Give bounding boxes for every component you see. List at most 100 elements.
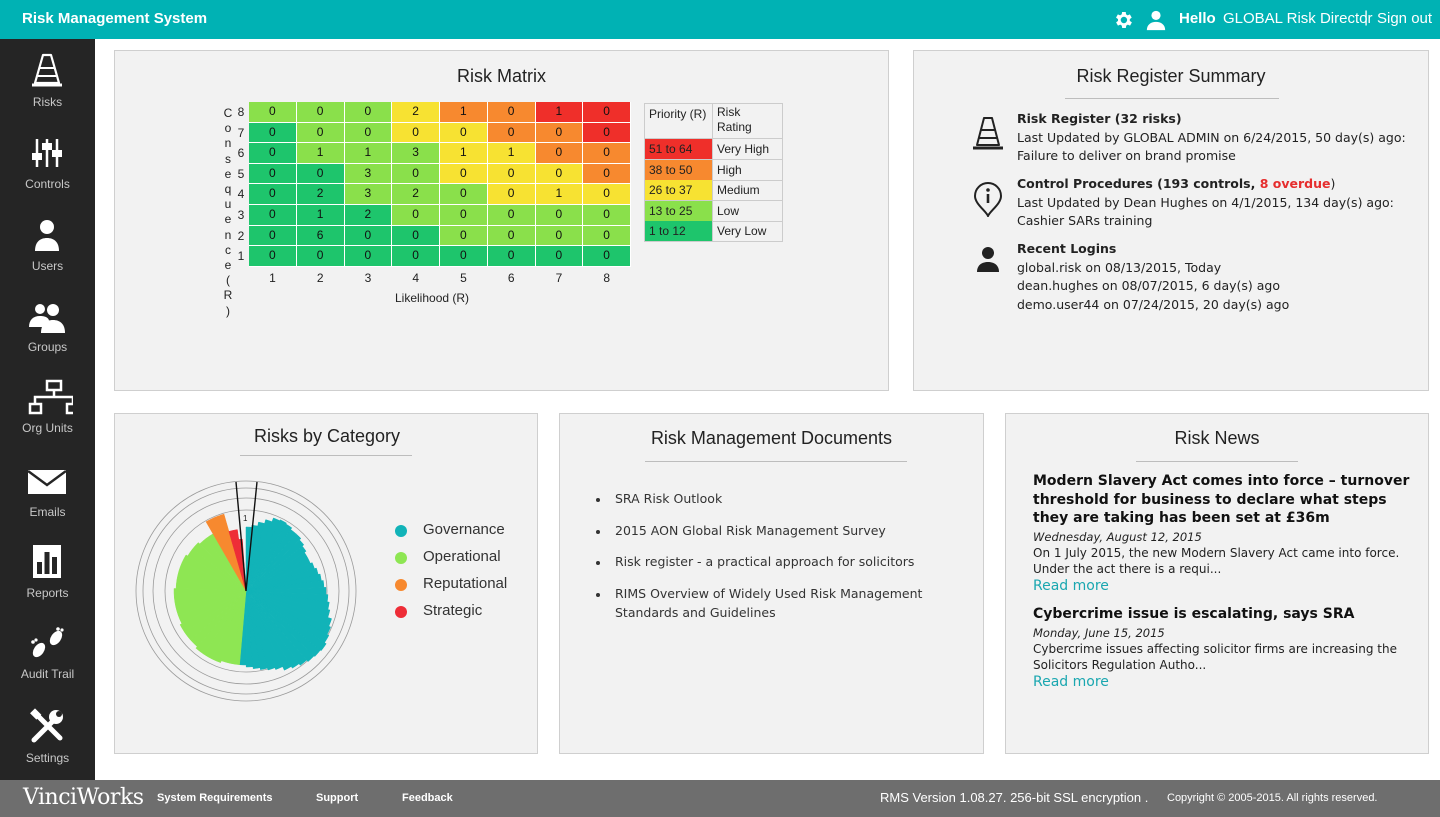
user-icon[interactable] bbox=[1145, 9, 1167, 31]
matrix-cell[interactable]: 6 bbox=[296, 225, 344, 246]
matrix-cell[interactable]: 2 bbox=[392, 102, 439, 122]
news-headline[interactable]: Cybercrime issue is escalating, says SRA bbox=[1033, 605, 1413, 624]
sidebar-item-risks[interactable]: Risks bbox=[0, 52, 95, 122]
document-link[interactable]: 2015 AON Global Risk Management Survey bbox=[615, 522, 935, 541]
news-date: Wednesday, August 12, 2015 bbox=[1033, 529, 1202, 544]
matrix-cell[interactable]: 1 bbox=[296, 205, 344, 225]
matrix-cell[interactable]: 0 bbox=[440, 225, 487, 246]
support-link[interactable]: Support bbox=[316, 792, 358, 804]
matrix-cell[interactable]: 0 bbox=[535, 225, 583, 246]
matrix-cell[interactable]: 0 bbox=[583, 122, 630, 143]
matrix-cell[interactable]: 0 bbox=[487, 184, 535, 204]
sidebar-item-org-units[interactable]: Org Units bbox=[0, 378, 95, 448]
system-requirements-link[interactable]: System Requirements bbox=[157, 792, 273, 804]
read-more-link[interactable]: Read more bbox=[1033, 674, 1413, 691]
matrix-cell[interactable]: 0 bbox=[535, 246, 583, 266]
matrix-cell[interactable]: 1 bbox=[344, 143, 392, 163]
matrix-cell[interactable]: 3 bbox=[344, 184, 392, 204]
matrix-cell[interactable]: 0 bbox=[249, 143, 296, 163]
matrix-cell[interactable]: 0 bbox=[296, 163, 344, 184]
controls-latest[interactable]: Cashier SARs training bbox=[1017, 212, 1394, 231]
sidebar-item-groups[interactable]: Groups bbox=[0, 297, 95, 367]
legend-header-priority: Priority (R) bbox=[645, 104, 713, 138]
matrix-cell[interactable]: 0 bbox=[535, 205, 583, 225]
matrix-cell[interactable]: 0 bbox=[535, 163, 583, 184]
matrix-cell[interactable]: 0 bbox=[296, 246, 344, 266]
matrix-cell[interactable]: 0 bbox=[487, 246, 535, 266]
matrix-cell[interactable]: 0 bbox=[392, 246, 439, 266]
matrix-cell[interactable]: 1 bbox=[535, 102, 583, 122]
matrix-cell[interactable]: 0 bbox=[296, 102, 344, 122]
matrix-cell[interactable]: 0 bbox=[487, 205, 535, 225]
matrix-cell[interactable]: 2 bbox=[296, 184, 344, 204]
matrix-cell[interactable]: 0 bbox=[535, 122, 583, 143]
matrix-cell[interactable]: 1 bbox=[440, 143, 487, 163]
panel-title: Risk Register Summary bbox=[1076, 66, 1266, 86]
matrix-cell[interactable]: 0 bbox=[583, 205, 630, 225]
matrix-cell[interactable]: 0 bbox=[249, 205, 296, 225]
matrix-cell[interactable]: 0 bbox=[249, 225, 296, 246]
sidebar-item-audit-trail[interactable]: Audit Trail bbox=[0, 624, 95, 694]
matrix-cell[interactable]: 0 bbox=[392, 225, 439, 246]
matrix-cell[interactable]: 0 bbox=[440, 163, 487, 184]
matrix-cell[interactable]: 0 bbox=[535, 143, 583, 163]
matrix-cell[interactable]: 3 bbox=[344, 163, 392, 184]
matrix-cell[interactable]: 0 bbox=[249, 122, 296, 143]
matrix-cell[interactable]: 0 bbox=[392, 163, 439, 184]
matrix-cell[interactable]: 0 bbox=[440, 205, 487, 225]
matrix-cell[interactable]: 2 bbox=[392, 184, 439, 204]
sidebar-item-users[interactable]: Users bbox=[0, 216, 95, 286]
matrix-cell[interactable]: 0 bbox=[440, 122, 487, 143]
matrix-cell[interactable]: 0 bbox=[583, 225, 630, 246]
matrix-cell[interactable]: 1 bbox=[487, 143, 535, 163]
sidebar-item-emails[interactable]: Emails bbox=[0, 462, 95, 532]
legend-dot-icon bbox=[395, 552, 407, 564]
matrix-cell[interactable]: 1 bbox=[440, 102, 487, 122]
sidebar-item-reports[interactable]: Reports bbox=[0, 543, 95, 613]
matrix-cell[interactable]: 0 bbox=[344, 102, 392, 122]
matrix-cell[interactable]: 1 bbox=[296, 143, 344, 163]
read-more-link[interactable]: Read more bbox=[1033, 578, 1413, 595]
gear-icon[interactable] bbox=[1112, 9, 1134, 31]
controls-heading[interactable]: Control Procedures (193 controls, bbox=[1017, 176, 1260, 191]
matrix-cell[interactable]: 0 bbox=[296, 122, 344, 143]
matrix-cell[interactable]: 0 bbox=[583, 163, 630, 184]
document-link[interactable]: SRA Risk Outlook bbox=[615, 490, 935, 509]
sign-out-link[interactable]: Sign out bbox=[1377, 10, 1432, 27]
matrix-cell[interactable]: 0 bbox=[392, 205, 439, 225]
matrix-cell[interactable]: 3 bbox=[392, 143, 439, 163]
sidebar-item-settings[interactable]: Settings bbox=[0, 708, 95, 778]
document-link[interactable]: Risk register - a practical approach for… bbox=[615, 553, 935, 572]
matrix-cell[interactable]: 2 bbox=[344, 205, 392, 225]
matrix-cell[interactable]: 0 bbox=[487, 122, 535, 143]
vinciworks-logo[interactable]: VinciWorks bbox=[23, 785, 144, 810]
matrix-cell[interactable]: 0 bbox=[440, 184, 487, 204]
sidebar-item-controls[interactable]: Controls bbox=[0, 134, 95, 204]
matrix-cell[interactable]: 0 bbox=[583, 143, 630, 163]
matrix-cell[interactable]: 0 bbox=[249, 246, 296, 266]
matrix-cell[interactable]: 0 bbox=[344, 122, 392, 143]
matrix-cell[interactable]: 1 bbox=[535, 184, 583, 204]
feedback-link[interactable]: Feedback bbox=[402, 792, 453, 804]
matrix-cell[interactable]: 0 bbox=[487, 163, 535, 184]
matrix-cell[interactable]: 0 bbox=[487, 102, 535, 122]
news-headline[interactable]: Modern Slavery Act comes into force – tu… bbox=[1033, 472, 1413, 528]
matrix-cell[interactable]: 0 bbox=[487, 225, 535, 246]
x-tick-label: 3 bbox=[364, 271, 372, 285]
rose-wedges bbox=[173, 513, 332, 671]
matrix-cell[interactable]: 0 bbox=[583, 246, 630, 266]
matrix-cell[interactable]: 0 bbox=[583, 102, 630, 122]
document-link[interactable]: RIMS Overview of Widely Used Risk Manage… bbox=[615, 585, 935, 622]
matrix-cell[interactable]: 0 bbox=[344, 225, 392, 246]
risk-register-heading[interactable]: Risk Register (32 risks) bbox=[1017, 111, 1182, 126]
overdue-count[interactable]: 8 overdue bbox=[1260, 176, 1331, 191]
user-role[interactable]: GLOBAL Risk Director bbox=[1223, 10, 1372, 27]
matrix-cell[interactable]: 0 bbox=[344, 246, 392, 266]
matrix-cell[interactable]: 0 bbox=[249, 184, 296, 204]
matrix-cell[interactable]: 0 bbox=[249, 163, 296, 184]
risk-register-latest[interactable]: Failure to deliver on brand promise bbox=[1017, 147, 1406, 166]
matrix-cell[interactable]: 0 bbox=[249, 102, 296, 122]
matrix-cell[interactable]: 0 bbox=[440, 246, 487, 266]
matrix-cell[interactable]: 0 bbox=[392, 122, 439, 143]
matrix-cell[interactable]: 0 bbox=[583, 184, 630, 204]
